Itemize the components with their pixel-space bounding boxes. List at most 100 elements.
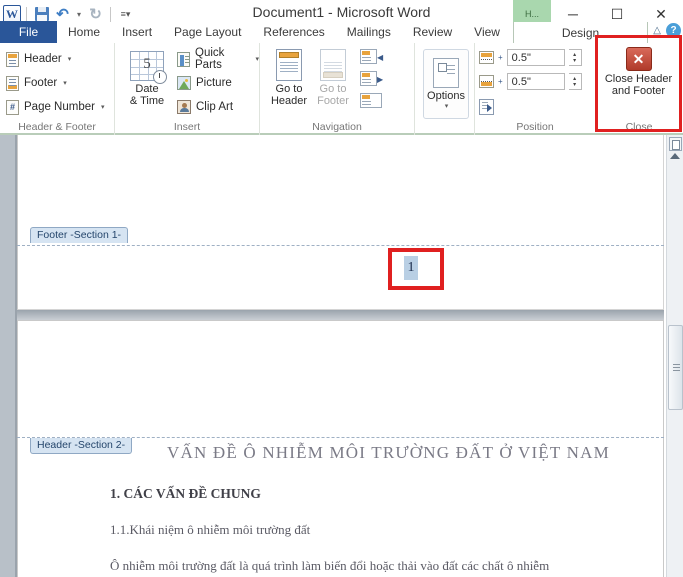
ribbon-group-options: Options ▾ [415,43,475,135]
header-from-top-row: + 0.5" ▴ ▾ [479,49,582,66]
close-group-highlight-box [595,35,682,132]
ribbon-group-navigation: Go to Header Go to Footer ◀ ▶ Navigation [260,43,415,135]
options-icon [433,58,459,88]
page-number-label: Page Number [24,101,95,113]
group-label-insert: Insert [173,121,201,133]
chevron-down-icon: ▾ [255,56,259,63]
footer-position-icon [479,75,494,88]
next-section-button[interactable]: ▶ [360,71,383,91]
header-position-icon [479,51,494,64]
link-to-previous-button[interactable]: ◀ [360,49,383,69]
tab-mailings[interactable]: Mailings [336,21,402,43]
document-header-title: VẤN ĐỀ Ô NHIỄM MÔI TRƯỜNG ĐẤT Ở VIỆT NAM [167,443,610,462]
qat-divider-2 [110,6,111,22]
go-to-footer-button[interactable]: Go to Footer [310,49,356,107]
options-label: Options [427,90,465,102]
tab-references[interactable]: References [252,21,335,43]
next-section-icon [360,71,377,86]
clock-icon [153,70,167,84]
footer-label: Footer [24,77,58,89]
stepper-down-icon[interactable]: ▾ [573,82,576,88]
date-time-label-line1: Date [135,83,159,95]
customize-qat-icon: ≡▾ [120,8,131,19]
date-time-label-line2: & Time [129,95,165,107]
date-and-time-button[interactable]: 5 Date & Time [121,51,173,107]
quick-parts-icon [177,51,190,67]
body-paragraph-1: Ô nhiễm môi trường đất là quá trình làm … [110,558,550,573]
go-to-header-label-line2: Header [270,95,308,107]
body-subheading-1: 1.1.Khái niệm ô nhiễm môi trường đất [110,522,311,537]
ribbon: Header ▾ Footer ▾ # Page Number ▾ Header… [0,35,683,135]
picture-label: Picture [196,77,232,89]
group-label-position: Position [516,121,554,133]
footer-button[interactable]: Footer ▾ [6,73,67,93]
picture-icon [177,76,191,90]
clip-art-label: Clip Art [196,101,234,113]
insert-alignment-tab-button[interactable] [479,99,494,115]
go-to-footer-icon [320,49,346,81]
scrollbar-grip-icon [673,364,680,365]
tab-page-layout[interactable]: Page Layout [163,21,252,43]
go-to-footer-label-line2: Footer [317,95,349,107]
ribbon-group-insert: 5 Date & Time Quick Parts ▾ Picture Clip… [115,43,260,135]
ribbon-group-close: ✕ Close Header and Footer Close [595,35,683,135]
tab-insert[interactable]: Insert [111,21,163,43]
ribbon-group-position: + 0.5" ▴ ▾ + 0.5" ▴ ▾ Position [475,43,595,135]
tab-home[interactable]: Home [57,21,111,43]
header-label: Header [24,53,62,65]
group-label-header-footer: Header & Footer [18,121,96,133]
quick-parts-label: Quick Parts [195,47,225,71]
page-1 [17,135,664,310]
header-from-top-input[interactable]: 0.5" [506,49,565,66]
tab-file[interactable]: File [0,21,57,43]
undo-icon: ↶ [56,5,69,23]
tab-review[interactable]: Review [402,21,463,43]
header-icon [6,51,19,67]
page-number-button[interactable]: # Page Number ▾ [6,97,104,117]
ribbon-group-header-footer: Header ▾ Footer ▾ # Page Number ▾ Header… [0,43,115,135]
page-gap-shadow [17,310,664,320]
go-to-header-button[interactable]: Go to Header [266,49,312,107]
header-section-tab: Header -Section 2- [30,438,133,454]
plus-icon: + [498,53,503,62]
chevron-down-icon: ▾ [76,9,81,19]
date-time-icon: 5 [130,51,167,84]
scroll-up-arrow-icon[interactable] [670,153,680,159]
header-from-top-stepper[interactable]: ▴ ▾ [568,49,582,66]
link-to-previous-icon [360,93,382,108]
select-browse-object-icon[interactable] [669,137,682,151]
picture-button[interactable]: Picture [177,73,232,93]
right-arrow-icon: ▶ [377,75,384,84]
page-number-highlight-box: 1 [388,248,444,290]
vertical-scrollbar[interactable] [666,135,683,577]
tab-view[interactable]: View [463,21,511,43]
go-to-footer-label-line1: Go to [319,83,347,95]
options-button[interactable]: Options ▾ [423,49,469,119]
footer-from-bottom-row: + 0.5" ▴ ▾ [479,73,582,90]
plus-icon: + [498,77,503,86]
stepper-down-icon[interactable]: ▾ [573,58,576,64]
clip-art-icon [177,100,191,114]
chevron-down-icon: ▾ [100,104,105,111]
ribbon-tab-strip: File Home Insert Page Layout References … [0,21,683,44]
chevron-down-icon: ▾ [63,80,67,87]
quick-parts-button[interactable]: Quick Parts ▾ [177,47,259,71]
clip-art-button[interactable]: Clip Art [177,97,233,117]
scrollbar-thumb[interactable] [668,325,683,410]
footer-from-bottom-input[interactable]: 0.5" [506,73,565,90]
chevron-down-icon: ▾ [67,56,72,63]
body-heading-1: 1. CÁC VẤN ĐỀ CHUNG [110,486,261,501]
header-button[interactable]: Header ▾ [6,49,71,69]
redo-icon: ↻ [89,5,102,23]
word-window: W ↶ ▾ ↻ ≡▾ Document1 - Microsoft Word H.… [0,0,683,577]
page-number-field[interactable]: 1 [404,256,418,280]
go-to-header-label-line1: Go to [275,83,303,95]
link-to-previous-toggle[interactable] [360,93,382,113]
footer-section-tab: Footer -Section 1- [30,227,129,243]
document-canvas[interactable]: Footer -Section 1- 1 Header -Section 2- … [0,135,683,577]
footer-from-bottom-stepper[interactable]: ▴ ▾ [568,73,582,90]
group-label-navigation: Navigation [312,121,362,133]
left-arrow-icon: ◀ [377,53,384,62]
footer-icon [6,75,19,91]
save-icon [34,7,49,21]
